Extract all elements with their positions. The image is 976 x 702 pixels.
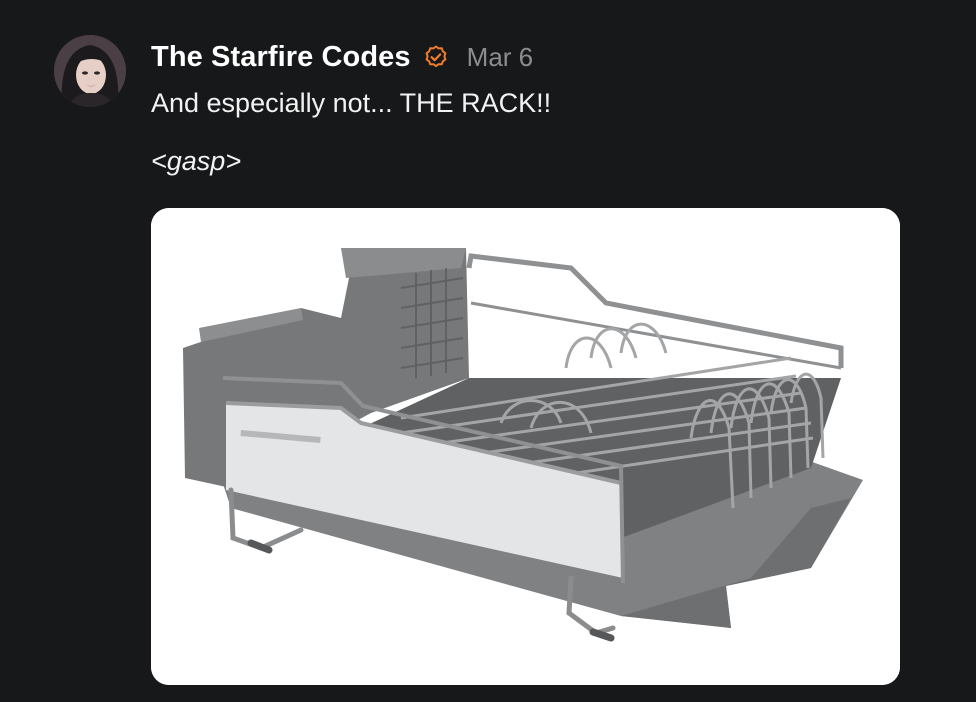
post-date[interactable]: Mar 6	[467, 42, 533, 73]
post-image[interactable]	[151, 208, 900, 685]
author-name[interactable]: The Starfire Codes	[151, 41, 411, 74]
post-header: The Starfire Codes Mar 6	[151, 38, 533, 76]
post-text-line: <gasp>	[151, 146, 242, 176]
note-post: The Starfire Codes Mar 6 And especially …	[0, 0, 976, 702]
avatar-image	[54, 35, 126, 107]
post-text-line: And especially not... THE RACK!!	[151, 88, 552, 118]
dish-rack-image	[151, 208, 900, 685]
verified-check-icon	[423, 44, 449, 70]
author-avatar[interactable]	[54, 35, 126, 107]
